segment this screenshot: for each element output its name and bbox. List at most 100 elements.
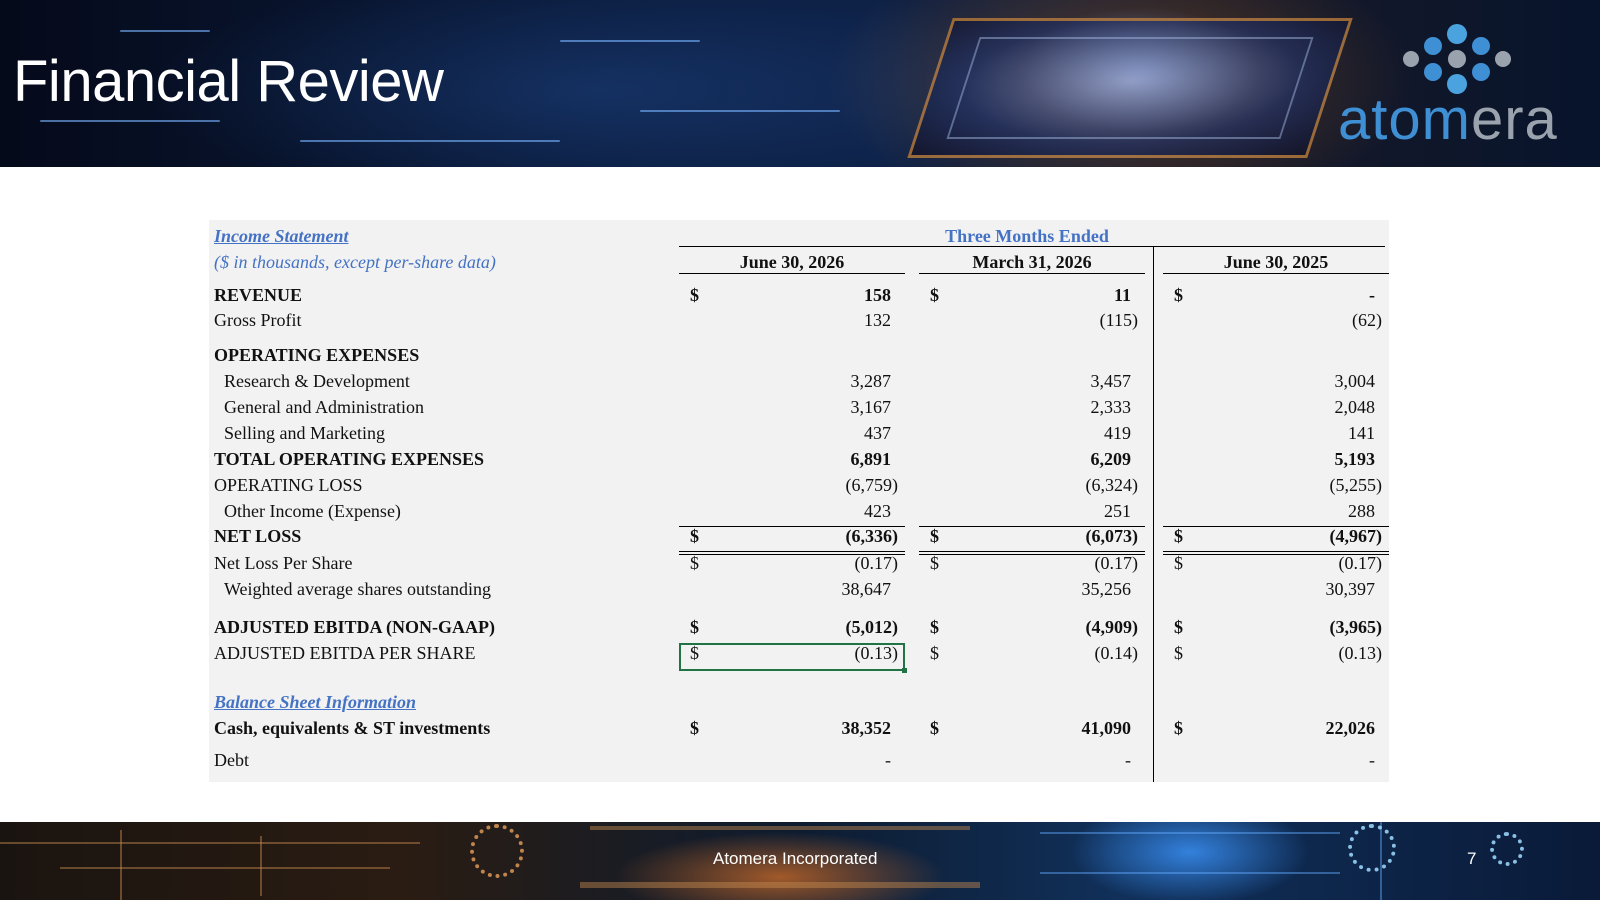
dollar-sign: $	[930, 718, 939, 738]
cell-debt-jun26: -	[885, 750, 891, 770]
cell-snm-mar26: 419	[1104, 423, 1131, 443]
cell-rnd-jun26: 3,287	[850, 371, 892, 391]
dollar-sign: $	[690, 526, 699, 546]
row-label-other-income: Other Income (Expense)	[224, 501, 401, 521]
cell-nl-per-share-jun26: (0.17)	[854, 553, 899, 573]
row-label-rnd: Research & Development	[224, 371, 410, 391]
cell-rnd-mar26: 3,457	[1090, 371, 1132, 391]
header-rule	[679, 246, 1385, 247]
column-divider	[1153, 247, 1154, 782]
dollar-sign: $	[1174, 553, 1183, 573]
row-label-cash: Cash, equivalents & ST investments	[214, 718, 491, 738]
column-underline	[679, 273, 905, 274]
cell-adj-ebitda-jun25: (3,965)	[1329, 617, 1383, 637]
cell-nl-per-share-mar26: (0.17)	[1094, 553, 1139, 573]
row-label-snm: Selling and Marketing	[224, 423, 385, 443]
dollar-sign: $	[930, 553, 939, 573]
circuit-trace	[1040, 832, 1340, 834]
income-statement-heading: Income Statement	[214, 226, 349, 246]
circuit-trace	[260, 836, 262, 896]
cell-adj-ebitda-ps-jun26[interactable]: (0.13)	[758, 643, 899, 664]
three-months-ended-header: Three Months Ended	[945, 226, 1109, 246]
cell-cash-jun25: 22,026	[1325, 718, 1376, 738]
cell-wavg-shares-jun26: 38,647	[841, 579, 892, 599]
light-streak	[120, 30, 210, 32]
double-rule	[679, 551, 905, 552]
dollar-sign: $	[690, 718, 699, 738]
gear-graphic	[1490, 832, 1524, 866]
row-label-debt: Debt	[214, 750, 249, 770]
cell-adj-ebitda-mar26: (4,909)	[1085, 617, 1139, 637]
cell-gross-profit-jun25: (62)	[1352, 310, 1382, 330]
cell-snm-jun26: 437	[864, 423, 891, 443]
dollar-sign: $	[930, 643, 939, 663]
fill-handle[interactable]	[902, 668, 907, 673]
cell-adj-ebitda-jun26: (5,012)	[845, 617, 899, 637]
row-label-weighted-shares: Weighted average shares outstanding	[224, 579, 491, 599]
light-streak	[560, 40, 700, 42]
dollar-sign: $	[690, 617, 699, 637]
cell-revenue-jun25: -	[1369, 285, 1375, 305]
double-rule	[1163, 551, 1389, 552]
cell-total-opex-mar26: 6,209	[1090, 449, 1132, 469]
cell-debt-jun25: -	[1369, 750, 1375, 770]
dollar-sign: $	[1174, 643, 1183, 663]
circuit-trace	[120, 830, 122, 900]
column-underline	[1163, 273, 1389, 274]
dollar-sign: $	[930, 526, 939, 546]
cell-total-opex-jun25: 5,193	[1334, 449, 1376, 469]
row-label-gross-profit: Gross Profit	[214, 310, 302, 330]
column-underline	[919, 273, 1145, 274]
cell-net-loss-jun25: (4,967)	[1329, 526, 1383, 546]
circuit-trace	[1040, 872, 1340, 874]
light-streak	[40, 120, 220, 122]
row-label-net-loss: NET LOSS	[214, 526, 302, 546]
circuit-trace	[580, 882, 980, 888]
cell-snm-jun25: 141	[1348, 423, 1375, 443]
gear-graphic	[470, 824, 524, 878]
column-header-june-2026: June 30, 2026	[739, 252, 845, 272]
dollar-sign: $	[1174, 718, 1183, 738]
cell-cash-mar26: 41,090	[1081, 718, 1132, 738]
cell-net-loss-mar26: (6,073)	[1085, 526, 1139, 546]
column-header-june-2025: June 30, 2025	[1223, 252, 1329, 272]
dollar-sign: $	[930, 617, 939, 637]
cell-revenue-jun26: 158	[864, 285, 891, 305]
gear-graphic	[1348, 824, 1396, 872]
cell-cash-jun26: 38,352	[841, 718, 892, 738]
dollar-sign: $	[1174, 526, 1183, 546]
double-rule	[919, 551, 1145, 552]
row-label-operating-loss: OPERATING LOSS	[214, 475, 363, 495]
balance-sheet-heading: Balance Sheet Information	[214, 692, 417, 712]
income-statement-table: Income Statement ($ in thousands, except…	[209, 220, 1389, 782]
cell-op-loss-jun25: (5,255)	[1329, 475, 1383, 495]
row-label-adjusted-ebitda-per-share: ADJUSTED EBITDA PER SHARE	[214, 643, 476, 663]
dollar-sign: $	[1174, 617, 1183, 637]
dollar-sign: $	[690, 285, 699, 305]
row-label-adjusted-ebitda: ADJUSTED EBITDA (NON-GAAP)	[214, 617, 496, 637]
cell-op-loss-mar26: (6,324)	[1085, 475, 1139, 495]
cell-gross-profit-mar26: (115)	[1099, 310, 1138, 330]
cell-adj-ebitda-ps-jun25: (0.13)	[1338, 643, 1383, 663]
dollar-sign: $	[930, 285, 939, 305]
cell-wavg-shares-jun25: 30,397	[1325, 579, 1376, 599]
cell-gross-profit-jun26: 132	[864, 310, 891, 330]
cell-other-income-mar26: 251	[1104, 501, 1131, 521]
cell-rnd-jun25: 3,004	[1334, 371, 1376, 391]
header-banner: Financial Review atomera	[0, 0, 1600, 167]
cell-nl-per-share-jun25: (0.17)	[1338, 553, 1383, 573]
cell-revenue-mar26: 11	[1113, 285, 1131, 305]
dollar-sign: $	[1174, 285, 1183, 305]
row-label-revenue: REVENUE	[214, 285, 303, 305]
atomera-logo-wordmark: atomera	[1338, 87, 1558, 152]
cell-gna-mar26: 2,333	[1090, 397, 1132, 417]
light-streak	[640, 110, 840, 112]
dollar-sign: $	[690, 553, 699, 573]
row-label-gna: General and Administration	[224, 397, 424, 417]
circuit-trace	[60, 867, 390, 869]
cell-debt-mar26: -	[1125, 750, 1131, 770]
page-number: 7	[1467, 849, 1477, 868]
row-label-net-loss-per-share: Net Loss Per Share	[214, 553, 353, 573]
cell-net-loss-jun26: (6,336)	[845, 526, 899, 546]
circuit-trace	[0, 842, 420, 844]
